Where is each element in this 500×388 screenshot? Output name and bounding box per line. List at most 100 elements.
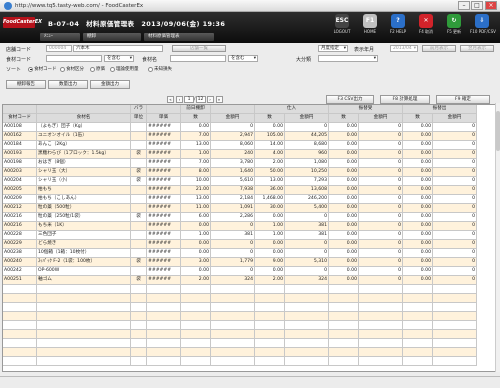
empty-cell <box>3 312 37 321</box>
table-row[interactable]: A00242 OP-600W ###### 0.00 0 0.00 0 0.00 0 0.00 0 <box>3 267 477 276</box>
table-row[interactable]: A00240 ｽｯﾊﾟｯｸ F-2（1袋：100枚）袋 ###### 3.00 1,77… <box>3 258 477 267</box>
table-row[interactable]: A00216 粒の薬（250粒/1袋）袋 ###### 6.00 2,286 0.00 0 0… <box>3 213 477 222</box>
stocktake-report-button[interactable]: 棚卸報告 <box>6 80 46 89</box>
toolbar-button-4[interactable]: ↻ F5 更新 <box>442 14 466 35</box>
breadcrumb-menu[interactable]: ﾒﾆｭｰ <box>40 33 80 41</box>
header-amount: 金額円 <box>285 114 329 123</box>
empty-cell <box>3 303 37 312</box>
row-unit <box>131 141 147 150</box>
store-list-button[interactable]: 店舗一覧 <box>172 45 226 52</box>
month-mode-select[interactable]: 月度指定 <box>318 45 348 52</box>
table-row[interactable]: A00205 柏もち ###### 21.00 7,938 36.00 13,608 0.00… <box>3 186 477 195</box>
table-row[interactable]: A00216 もち米（1K） ###### 0.00 0 1.00 381 0.00 0 0.00… <box>3 222 477 231</box>
prev-page-button[interactable]: ‹ <box>176 96 183 103</box>
food-code-input[interactable] <box>46 55 102 62</box>
sort-option-theoretical-usage[interactable]: 理論使用量 <box>110 66 139 72</box>
row-unit <box>131 267 147 276</box>
empty-cell <box>147 357 181 366</box>
toolbar-button-3[interactable]: ✕ F4 取消 <box>414 14 438 35</box>
food-name-mode-select[interactable]: を含む <box>228 55 258 62</box>
display-month-select[interactable]: 2013/04 <box>390 45 418 52</box>
empty-cell <box>329 330 359 339</box>
table-row[interactable]: A00203 シャリ玉（大）袋 ###### 8.00 1,640 50.00 10,250… <box>3 168 477 177</box>
row-amount: 0 <box>285 123 329 132</box>
row-amount: 381 <box>211 231 255 240</box>
row-qty: 3.00 <box>181 258 211 267</box>
row-amount: 0 <box>433 258 477 267</box>
row-price: ###### <box>147 231 181 240</box>
row-qty: 0.00 <box>255 123 285 132</box>
calculate-button[interactable]: F8 計算処理 <box>380 95 430 104</box>
food-code-mode-select[interactable]: を含む <box>104 55 134 62</box>
row-qty: 0.00 <box>181 249 211 258</box>
toolbar-button-1[interactable]: F1 HOME <box>358 14 382 35</box>
amount-output-button[interactable]: 金額出力 <box>90 80 130 89</box>
empty-cell <box>359 303 403 312</box>
row-amount: 0 <box>433 213 477 222</box>
last-page-button[interactable]: » <box>215 96 223 103</box>
category-select[interactable] <box>318 55 378 62</box>
table-row[interactable]: A00212 粒の薬（500粒） ###### 11.00 1,091 30.00 5,40… <box>3 204 477 213</box>
toolbar-button-5[interactable]: ⇩ F10 PDF/CSV <box>470 14 496 35</box>
row-qty: 1.00 <box>181 150 211 159</box>
sort-option-food-category[interactable]: 食材区分 <box>60 66 84 72</box>
csv-output-button[interactable]: F3 CSV出力 <box>326 95 374 104</box>
minimize-button[interactable]: – <box>458 1 470 10</box>
row-code: A00162 <box>3 132 37 141</box>
row-amount: 0 <box>359 195 403 204</box>
sort-label: ソート <box>6 67 22 73</box>
prev-month-button[interactable]: 前月表示 <box>422 45 456 52</box>
quantity-output-button[interactable]: 数量出力 <box>48 80 88 89</box>
header-blank <box>3 105 37 114</box>
header-transfer-in: 振替受 <box>329 105 403 114</box>
table-row[interactable]: A00238 10個箱（1箱：10枚付） ###### 0.00 0 0.00 0 0.00 0… <box>3 249 477 258</box>
table-row[interactable]: A00193 黒糖わらび（1ブロック：1.5kg）袋 ###### 1.00 240 4.… <box>3 150 477 159</box>
vertical-scrollbar[interactable] <box>495 103 500 372</box>
table-row[interactable]: A00251 軸ゴム袋 ###### 2.00 324 2.00 324 0.00 0 0.00 0 <box>3 276 477 285</box>
table-row[interactable]: A00184 あんこ（2Kg） ###### 13.00 8,060 14.00 8,680… <box>3 141 477 150</box>
table-row[interactable]: A00204 シャリ玉（小）袋 ###### 10.00 5,610 13.00 7,293… <box>3 177 477 186</box>
row-qty: 8.00 <box>181 168 211 177</box>
current-page-input[interactable]: 1 <box>184 96 194 103</box>
next-month-button[interactable]: 翌月表示 <box>460 45 494 52</box>
toolbar-button-0[interactable]: ESC LOGOUT <box>330 14 354 35</box>
toolbar-button-2[interactable]: ? F2 HELP <box>386 14 410 35</box>
row-amount: 0 <box>285 240 329 249</box>
maximize-button[interactable]: □ <box>471 1 483 10</box>
row-name: シャリ玉（大） <box>37 168 131 177</box>
store-code-input[interactable]: 000004 <box>46 45 72 52</box>
close-window-button[interactable]: × <box>485 1 497 10</box>
row-amount: 960 <box>285 150 329 159</box>
empty-cell <box>255 285 285 294</box>
breadcrumb-stocktake[interactable]: 棚卸 <box>83 33 141 41</box>
table-row[interactable]: A00229 どら焼き ###### 0.00 0 0.00 0 0.00 0 0.00 0 <box>3 240 477 249</box>
row-amount: 5,610 <box>211 177 255 186</box>
table-row[interactable]: A00209 柏もち（こしあん） ###### 13.00 2,184 1,468.00 2… <box>3 195 477 204</box>
row-qty: 0.00 <box>329 240 359 249</box>
food-name-input[interactable] <box>170 55 226 62</box>
header-amount: 金額円 <box>433 114 477 123</box>
next-page-button[interactable]: › <box>206 96 214 103</box>
confirm-button[interactable]: F9 確定 <box>436 95 490 104</box>
category-label: 大分類 <box>296 57 312 63</box>
table-row[interactable]: A00228 三色団子 ###### 1.00 381 1.00 381 0.00 0 0.00 0 <box>3 231 477 240</box>
sort-option-food-code[interactable]: 食材コード <box>28 66 57 72</box>
row-amount: 0 <box>433 267 477 276</box>
empty-row <box>3 285 477 294</box>
table-row[interactable]: A00198 おはぎ（8個） ###### 7.00 3,780 2.00 1,080 0.0… <box>3 159 477 168</box>
table-row[interactable]: A00162 ユニオンオイル（1缶） ###### 7.00 2,947 105.00 44… <box>3 132 477 141</box>
row-amount: 5,310 <box>285 258 329 267</box>
sort-option-cost[interactable]: 原価 <box>90 66 105 72</box>
table-row[interactable]: A00108 （よもぎ）団子（Kg） ###### 0.00 0 0.00 0 0.00 0 0.… <box>3 123 477 132</box>
row-amount: 0 <box>359 150 403 159</box>
refresh-icon: ↻ <box>447 14 461 28</box>
row-amount: 0 <box>359 249 403 258</box>
row-qty: 0.00 <box>403 240 433 249</box>
row-amount: 0 <box>433 168 477 177</box>
row-qty: 4.00 <box>255 150 285 159</box>
first-page-button[interactable]: « <box>167 96 174 103</box>
toolbar-label: F4 取消 <box>418 29 434 34</box>
sort-option-unknown-loss[interactable]: 未知損失 <box>148 66 172 72</box>
scroll-thumb[interactable] <box>496 111 500 151</box>
header-amount: 金額円 <box>359 114 403 123</box>
